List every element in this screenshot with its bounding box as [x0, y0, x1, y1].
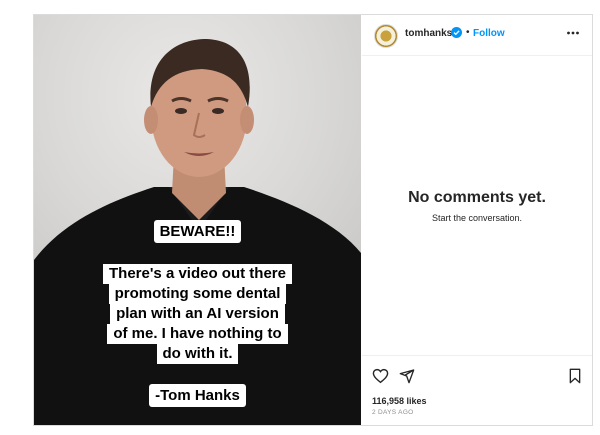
start-conversation-text: Start the conversation. — [431, 213, 523, 223]
post-sidebar: tomhanks • Follow No comments yet. Start… — [362, 15, 592, 425]
more-options-icon[interactable] — [566, 27, 580, 39]
profile-avatar[interactable] — [374, 24, 398, 48]
message-line: do with it. — [156, 344, 239, 364]
post-image[interactable]: BEWARE!! There's a video out there promo… — [34, 15, 361, 425]
action-bar: 116,958 likes 2 DAYS AGO — [362, 355, 592, 425]
bookmark-icon[interactable] — [568, 368, 582, 384]
message-line: There's a video out there — [103, 264, 292, 284]
instagram-post: BEWARE!! There's a video out there promo… — [33, 14, 593, 426]
separator-dot: • — [466, 27, 470, 38]
message-line: plan with an AI version — [110, 304, 285, 324]
signature-caption: -Tom Hanks — [34, 384, 361, 407]
post-timestamp: 2 DAYS AGO — [372, 409, 414, 416]
share-icon[interactable] — [399, 368, 415, 384]
message-caption: There's a video out there promoting some… — [34, 264, 361, 364]
beware-caption: BEWARE!! — [34, 220, 361, 243]
post-header: tomhanks • Follow — [362, 15, 592, 56]
follow-button[interactable]: Follow — [473, 28, 505, 39]
verified-badge-icon — [451, 27, 462, 38]
username-link[interactable]: tomhanks — [405, 28, 452, 39]
no-comments-heading: No comments yet. — [408, 189, 546, 206]
heart-icon[interactable] — [372, 368, 389, 384]
likes-count[interactable]: 116,958 likes — [372, 396, 427, 406]
beware-text: BEWARE!! — [153, 220, 242, 243]
message-line: promoting some dental — [108, 284, 287, 304]
message-line: of me. I have nothing to — [107, 324, 288, 344]
signature-text: -Tom Hanks — [149, 384, 246, 407]
